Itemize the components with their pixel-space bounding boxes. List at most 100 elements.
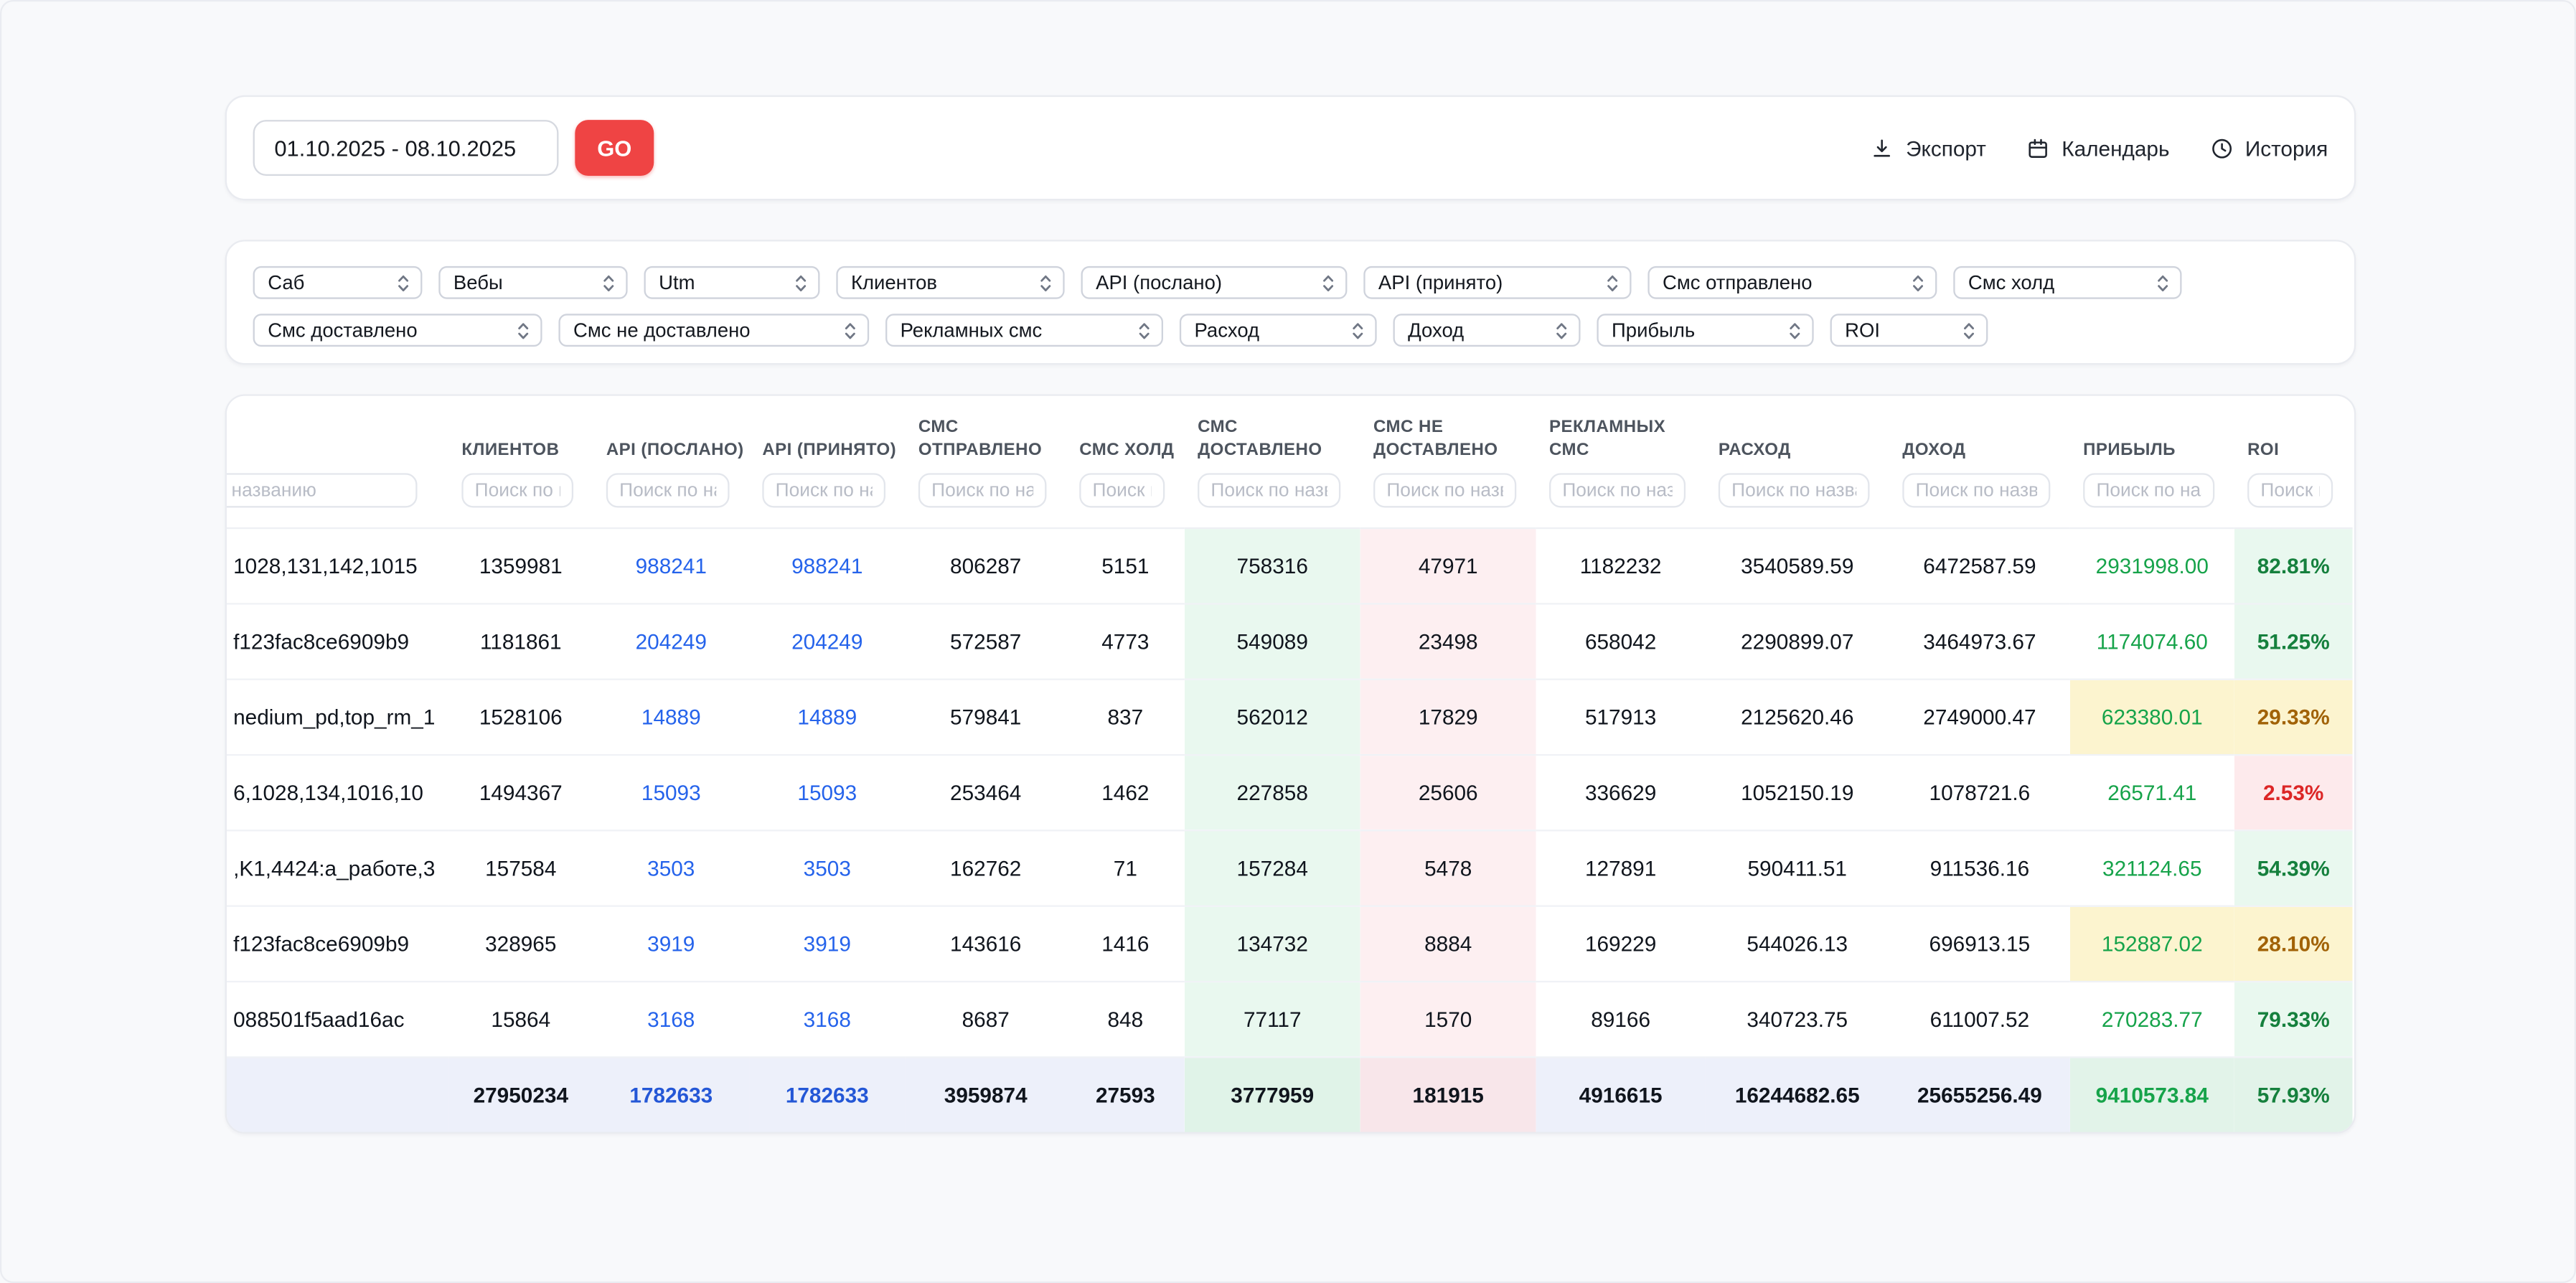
- income-cell: 2749000.47: [1889, 680, 2070, 755]
- sms_delivered-cell: 227858: [1185, 756, 1360, 831]
- column-header-sms_delivered: СМС доставлено: [1185, 396, 1360, 529]
- api_received-cell[interactable]: 3919: [749, 906, 906, 982]
- name-cell: 1028,131,142,1015: [225, 529, 448, 604]
- search-input-clients[interactable]: [461, 474, 573, 508]
- filter-select-label: Клиентов: [851, 271, 937, 294]
- filter-select[interactable]: Прибыль: [1597, 314, 1813, 347]
- search-input-expense[interactable]: [1719, 474, 1870, 508]
- column-label: API (послано): [606, 418, 749, 462]
- column-label: СМС не доставлено: [1373, 418, 1536, 462]
- sms_not_delivered-cell: 23498: [1360, 604, 1536, 680]
- api_sent-cell[interactable]: 204249: [593, 604, 750, 680]
- income-cell: 3464973.67: [1889, 604, 2070, 680]
- filter-select[interactable]: Вебы: [438, 266, 627, 299]
- filter-select-label: API (принято): [1378, 271, 1503, 294]
- api_sent-cell[interactable]: 1782633: [593, 1058, 750, 1132]
- expense-cell: 340723.75: [1706, 982, 1889, 1058]
- api_received-cell[interactable]: 1782633: [749, 1058, 906, 1132]
- filter-select[interactable]: API (принято): [1363, 266, 1631, 299]
- search-input-ad_sms[interactable]: [1549, 474, 1686, 508]
- updown-chevron-icon: [843, 319, 858, 341]
- updown-chevron-icon: [2156, 272, 2171, 293]
- sms_hold-cell: 5151: [1066, 529, 1185, 604]
- api_received-cell[interactable]: 14889: [749, 680, 906, 755]
- updown-chevron-icon: [601, 272, 616, 293]
- updown-chevron-icon: [516, 319, 531, 341]
- sms_not_delivered-cell: 17829: [1360, 680, 1536, 755]
- column-label: API (принято): [762, 418, 905, 462]
- api_received-cell[interactable]: 204249: [749, 604, 906, 680]
- name-cell: nedium_pd,top_rm_1: [225, 680, 448, 755]
- filter-select[interactable]: Клиентов: [836, 266, 1064, 299]
- search-input-profit[interactable]: [2083, 474, 2214, 508]
- filter-select-label: Смс отправлено: [1663, 271, 1813, 294]
- search-input-name[interactable]: [225, 474, 418, 508]
- sms_sent-cell: 253464: [906, 756, 1066, 831]
- column-label: СМС холд: [1079, 418, 1185, 462]
- api_sent-cell[interactable]: 14889: [593, 680, 750, 755]
- api_sent-cell[interactable]: 3168: [593, 982, 750, 1058]
- filter-select[interactable]: Utm: [644, 266, 819, 299]
- filter-select[interactable]: Доход: [1393, 314, 1581, 347]
- name-cell: 6,1028,134,1016,10: [225, 756, 448, 831]
- sms_sent-cell: 572587: [906, 604, 1066, 680]
- filter-select[interactable]: API (послано): [1081, 266, 1348, 299]
- stats-table-card: КлиентовAPI (послано)API (принято)СМС от…: [225, 394, 2356, 1133]
- go-button[interactable]: GO: [575, 120, 654, 176]
- updown-chevron-icon: [1137, 319, 1152, 341]
- api_received-cell[interactable]: 3168: [749, 982, 906, 1058]
- filter-select[interactable]: Смс холд: [1953, 266, 2181, 299]
- date-range-input[interactable]: [253, 120, 559, 176]
- api_received-cell[interactable]: 3503: [749, 831, 906, 906]
- sms_hold-cell: 1462: [1066, 756, 1185, 831]
- api_sent-cell[interactable]: 3919: [593, 906, 750, 982]
- export-button[interactable]: Экспорт: [1870, 136, 1986, 160]
- search-input-income[interactable]: [1902, 474, 2050, 508]
- filter-select[interactable]: ROI: [1830, 314, 1988, 347]
- filter-row-1: Саб Вебы Utm Клиентов API (послано) API (прин…: [253, 266, 2328, 299]
- expense-cell: 2125620.46: [1706, 680, 1889, 755]
- filter-select-label: Прибыль: [1612, 319, 1695, 342]
- api_received-cell[interactable]: 15093: [749, 756, 906, 831]
- column-header-sms_sent: СМС отправлено: [906, 396, 1066, 529]
- api_received-cell[interactable]: 988241: [749, 529, 906, 604]
- expense-cell: 544026.13: [1706, 906, 1889, 982]
- toolbar-actions: Экспорт Календарь История: [1870, 136, 2328, 160]
- filter-select[interactable]: Расход: [1180, 314, 1377, 347]
- filter-select[interactable]: Смс не доставлено: [558, 314, 869, 347]
- search-input-sms_delivered[interactable]: [1198, 474, 1340, 508]
- filter-select[interactable]: Саб: [253, 266, 423, 299]
- sms_hold-cell: 848: [1066, 982, 1185, 1058]
- clients-cell: 157584: [448, 831, 593, 906]
- filter-select-label: Utm: [659, 271, 695, 294]
- search-input-sms_hold[interactable]: [1079, 474, 1165, 508]
- column-header-sms_hold: СМС холд: [1066, 396, 1185, 529]
- api_sent-cell[interactable]: 15093: [593, 756, 750, 831]
- sms_delivered-cell: 77117: [1185, 982, 1360, 1058]
- sms_sent-cell: 806287: [906, 529, 1066, 604]
- search-input-sms_sent[interactable]: [918, 474, 1047, 508]
- column-header-roi: ROI: [2234, 396, 2353, 529]
- search-input-api_received[interactable]: [762, 474, 885, 508]
- clients-cell: 1181861: [448, 604, 593, 680]
- column-label: Расход: [1719, 418, 1889, 462]
- filter-select[interactable]: Смс отправлено: [1647, 266, 1937, 299]
- filter-select-label: Смс холд: [1968, 271, 2054, 294]
- column-header-api_received: API (принято): [749, 396, 906, 529]
- api_sent-cell[interactable]: 988241: [593, 529, 750, 604]
- expense-cell: 3540589.59: [1706, 529, 1889, 604]
- table-row: 088501f5aad16ac1586431683168868784877117…: [225, 982, 2353, 1058]
- history-button[interactable]: История: [2209, 136, 2328, 160]
- filter-select[interactable]: Смс доставлено: [253, 314, 542, 347]
- calendar-button[interactable]: Календарь: [2026, 136, 2170, 160]
- search-input-sms_not_delivered[interactable]: [1373, 474, 1516, 508]
- filter-select-label: ROI: [1845, 319, 1880, 342]
- updown-chevron-icon: [1962, 319, 1977, 341]
- profit-cell: 623380.01: [2070, 680, 2234, 755]
- sms_not_delivered-cell: 8884: [1360, 906, 1536, 982]
- search-input-roi[interactable]: [2247, 474, 2333, 508]
- expense-cell: 1052150.19: [1706, 756, 1889, 831]
- api_sent-cell[interactable]: 3503: [593, 831, 750, 906]
- filter-select[interactable]: Рекламных смс: [885, 314, 1163, 347]
- search-input-api_sent[interactable]: [606, 474, 730, 508]
